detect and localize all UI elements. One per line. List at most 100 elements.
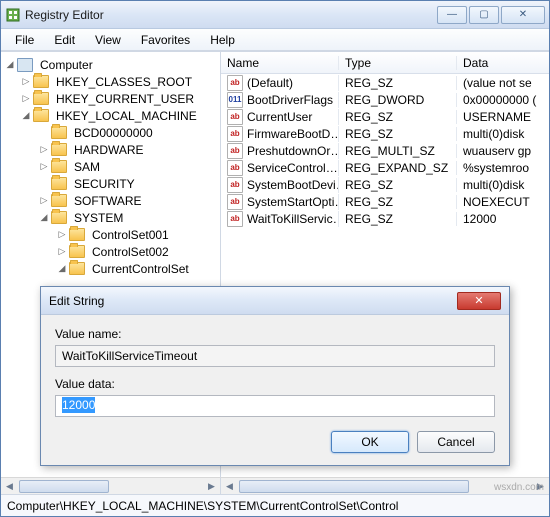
header-name[interactable]: Name bbox=[221, 56, 339, 70]
folder-icon bbox=[69, 245, 85, 258]
string-value-icon: ab bbox=[227, 160, 243, 176]
binary-value-icon: 011 bbox=[227, 92, 243, 108]
expand-icon[interactable]: ▷ bbox=[21, 77, 31, 87]
expand-icon[interactable]: ▷ bbox=[39, 162, 49, 172]
tree-root[interactable]: ◢ Computer bbox=[3, 56, 218, 73]
string-value-icon: ab bbox=[227, 211, 243, 227]
dialog-title: Edit String bbox=[49, 294, 457, 308]
menu-help[interactable]: Help bbox=[200, 31, 245, 49]
list-row[interactable]: abPreshutdownOr…REG_MULTI_SZwuauserv gp bbox=[221, 142, 549, 159]
value-data: multi(0)disk bbox=[457, 178, 549, 192]
string-value-icon: ab bbox=[227, 109, 243, 125]
collapse-icon[interactable]: ◢ bbox=[21, 111, 31, 121]
folder-icon bbox=[51, 126, 67, 139]
expand-icon[interactable]: ◢ bbox=[5, 60, 15, 70]
list-row[interactable]: abCurrentUserREG_SZUSERNAME bbox=[221, 108, 549, 125]
list-row[interactable]: abSystemStartOpti…REG_SZ NOEXECUT bbox=[221, 193, 549, 210]
tree-item[interactable]: ◢ CurrentControlSet bbox=[3, 260, 218, 277]
list-row[interactable]: 011BootDriverFlagsREG_DWORD0x00000000 ( bbox=[221, 91, 549, 108]
value-name: PreshutdownOr… bbox=[247, 144, 339, 158]
folder-icon bbox=[51, 177, 67, 190]
statusbar: Computer\HKEY_LOCAL_MACHINE\SYSTEM\Curre… bbox=[1, 494, 549, 516]
scroll-left-icon[interactable]: ◀ bbox=[221, 478, 238, 495]
string-value-icon: ab bbox=[227, 126, 243, 142]
tree-label: BCD00000000 bbox=[71, 125, 156, 141]
header-type[interactable]: Type bbox=[339, 56, 457, 70]
tree-item[interactable]: ▷SAM bbox=[3, 158, 218, 175]
dialog-close-button[interactable]: ✕ bbox=[457, 292, 501, 310]
header-data[interactable]: Data bbox=[457, 56, 549, 70]
minimize-button[interactable]: — bbox=[437, 6, 467, 24]
value-data: (value not se bbox=[457, 76, 549, 90]
edit-string-dialog: Edit String ✕ Value name: Value data: 12… bbox=[40, 286, 510, 466]
tree-label: HKEY_CLASSES_ROOT bbox=[53, 74, 195, 90]
folder-icon bbox=[51, 194, 67, 207]
value-type: REG_DWORD bbox=[339, 93, 457, 107]
list-row[interactable]: abSystemBootDevi…REG_SZmulti(0)disk bbox=[221, 176, 549, 193]
tree-label: CurrentControlSet bbox=[89, 261, 192, 277]
list-row[interactable]: abFirmwareBootD…REG_SZmulti(0)disk bbox=[221, 125, 549, 142]
folder-icon bbox=[51, 211, 67, 224]
menu-view[interactable]: View bbox=[85, 31, 131, 49]
tree-item[interactable]: ▷BCD00000000 bbox=[3, 124, 218, 141]
value-data: USERNAME bbox=[457, 110, 549, 124]
expand-icon[interactable]: ▷ bbox=[39, 196, 49, 206]
tree-label: ControlSet002 bbox=[89, 244, 172, 260]
scroll-thumb[interactable] bbox=[239, 480, 469, 493]
watermark: wsxdn.com bbox=[494, 482, 544, 493]
tree-item[interactable]: ▷HKEY_CURRENT_USER bbox=[3, 90, 218, 107]
tree-item[interactable]: ▷ SOFTWARE bbox=[3, 192, 218, 209]
expand-icon[interactable]: ▷ bbox=[57, 247, 67, 257]
cancel-button[interactable]: Cancel bbox=[417, 431, 495, 453]
expand-icon[interactable]: ▷ bbox=[21, 94, 31, 104]
tree-item[interactable]: ◢ SYSTEM bbox=[3, 209, 218, 226]
value-name: WaitToKillServic… bbox=[247, 212, 339, 226]
expand-icon[interactable]: ▷ bbox=[39, 145, 49, 155]
list-row[interactable]: ab WaitToKillServic…REG_SZ12000 bbox=[221, 210, 549, 227]
value-data: wuauserv gp bbox=[457, 144, 549, 158]
hscroll-tree[interactable]: ◀ ▶ bbox=[1, 477, 221, 494]
tree-label: SOFTWARE bbox=[71, 193, 145, 209]
tree-label: ControlSet001 bbox=[89, 227, 172, 243]
tree-item[interactable]: ▷HARDWARE bbox=[3, 141, 218, 158]
close-button[interactable]: ✕ bbox=[501, 6, 545, 24]
value-type: REG_MULTI_SZ bbox=[339, 144, 457, 158]
tree-item[interactable]: ▷ HKEY_CLASSES_ROOT bbox=[3, 73, 218, 90]
tree-item[interactable]: ▷ ControlSet001 bbox=[3, 226, 218, 243]
value-data-input[interactable]: 12000 bbox=[55, 395, 495, 417]
maximize-button[interactable]: ▢ bbox=[469, 6, 499, 24]
scroll-right-icon[interactable]: ▶ bbox=[203, 478, 220, 495]
string-value-icon: ab bbox=[227, 75, 243, 91]
list-row[interactable]: ab(Default)REG_SZ(value not se bbox=[221, 74, 549, 91]
value-name-input[interactable] bbox=[55, 345, 495, 367]
tree-label: SYSTEM bbox=[71, 210, 126, 226]
expand-icon[interactable]: ▷ bbox=[57, 230, 67, 240]
menu-favorites[interactable]: Favorites bbox=[131, 31, 200, 49]
value-type: REG_SZ bbox=[339, 212, 457, 226]
string-value-icon: ab bbox=[227, 177, 243, 193]
tree-item[interactable]: ▷SECURITY bbox=[3, 175, 218, 192]
folder-icon bbox=[51, 160, 67, 173]
folder-icon bbox=[51, 143, 67, 156]
titlebar[interactable]: Registry Editor — ▢ ✕ bbox=[1, 1, 549, 29]
string-value-icon: ab bbox=[227, 194, 243, 210]
list-row[interactable]: abServiceControl…REG_EXPAND_SZ%systemroo bbox=[221, 159, 549, 176]
folder-icon bbox=[33, 92, 49, 105]
scroll-left-icon[interactable]: ◀ bbox=[1, 478, 18, 495]
value-name-label: Value name: bbox=[55, 327, 495, 341]
dialog-body: Value name: Value data: 12000 OK Cancel bbox=[41, 315, 509, 465]
value-name: CurrentUser bbox=[247, 110, 312, 124]
menu-file[interactable]: File bbox=[5, 31, 44, 49]
tree-item[interactable]: ▷ ControlSet002 bbox=[3, 243, 218, 260]
scroll-thumb[interactable] bbox=[19, 480, 109, 493]
value-name: FirmwareBootD… bbox=[247, 127, 339, 141]
value-data: 12000 bbox=[457, 212, 549, 226]
ok-button[interactable]: OK bbox=[331, 431, 409, 453]
tree-item[interactable]: ◢HKEY_LOCAL_MACHINE bbox=[3, 107, 218, 124]
dialog-titlebar[interactable]: Edit String ✕ bbox=[41, 287, 509, 315]
menu-edit[interactable]: Edit bbox=[44, 31, 85, 49]
collapse-icon[interactable]: ◢ bbox=[57, 264, 67, 274]
value-name: (Default) bbox=[247, 76, 293, 90]
collapse-icon[interactable]: ◢ bbox=[39, 213, 49, 223]
folder-icon bbox=[69, 262, 85, 275]
